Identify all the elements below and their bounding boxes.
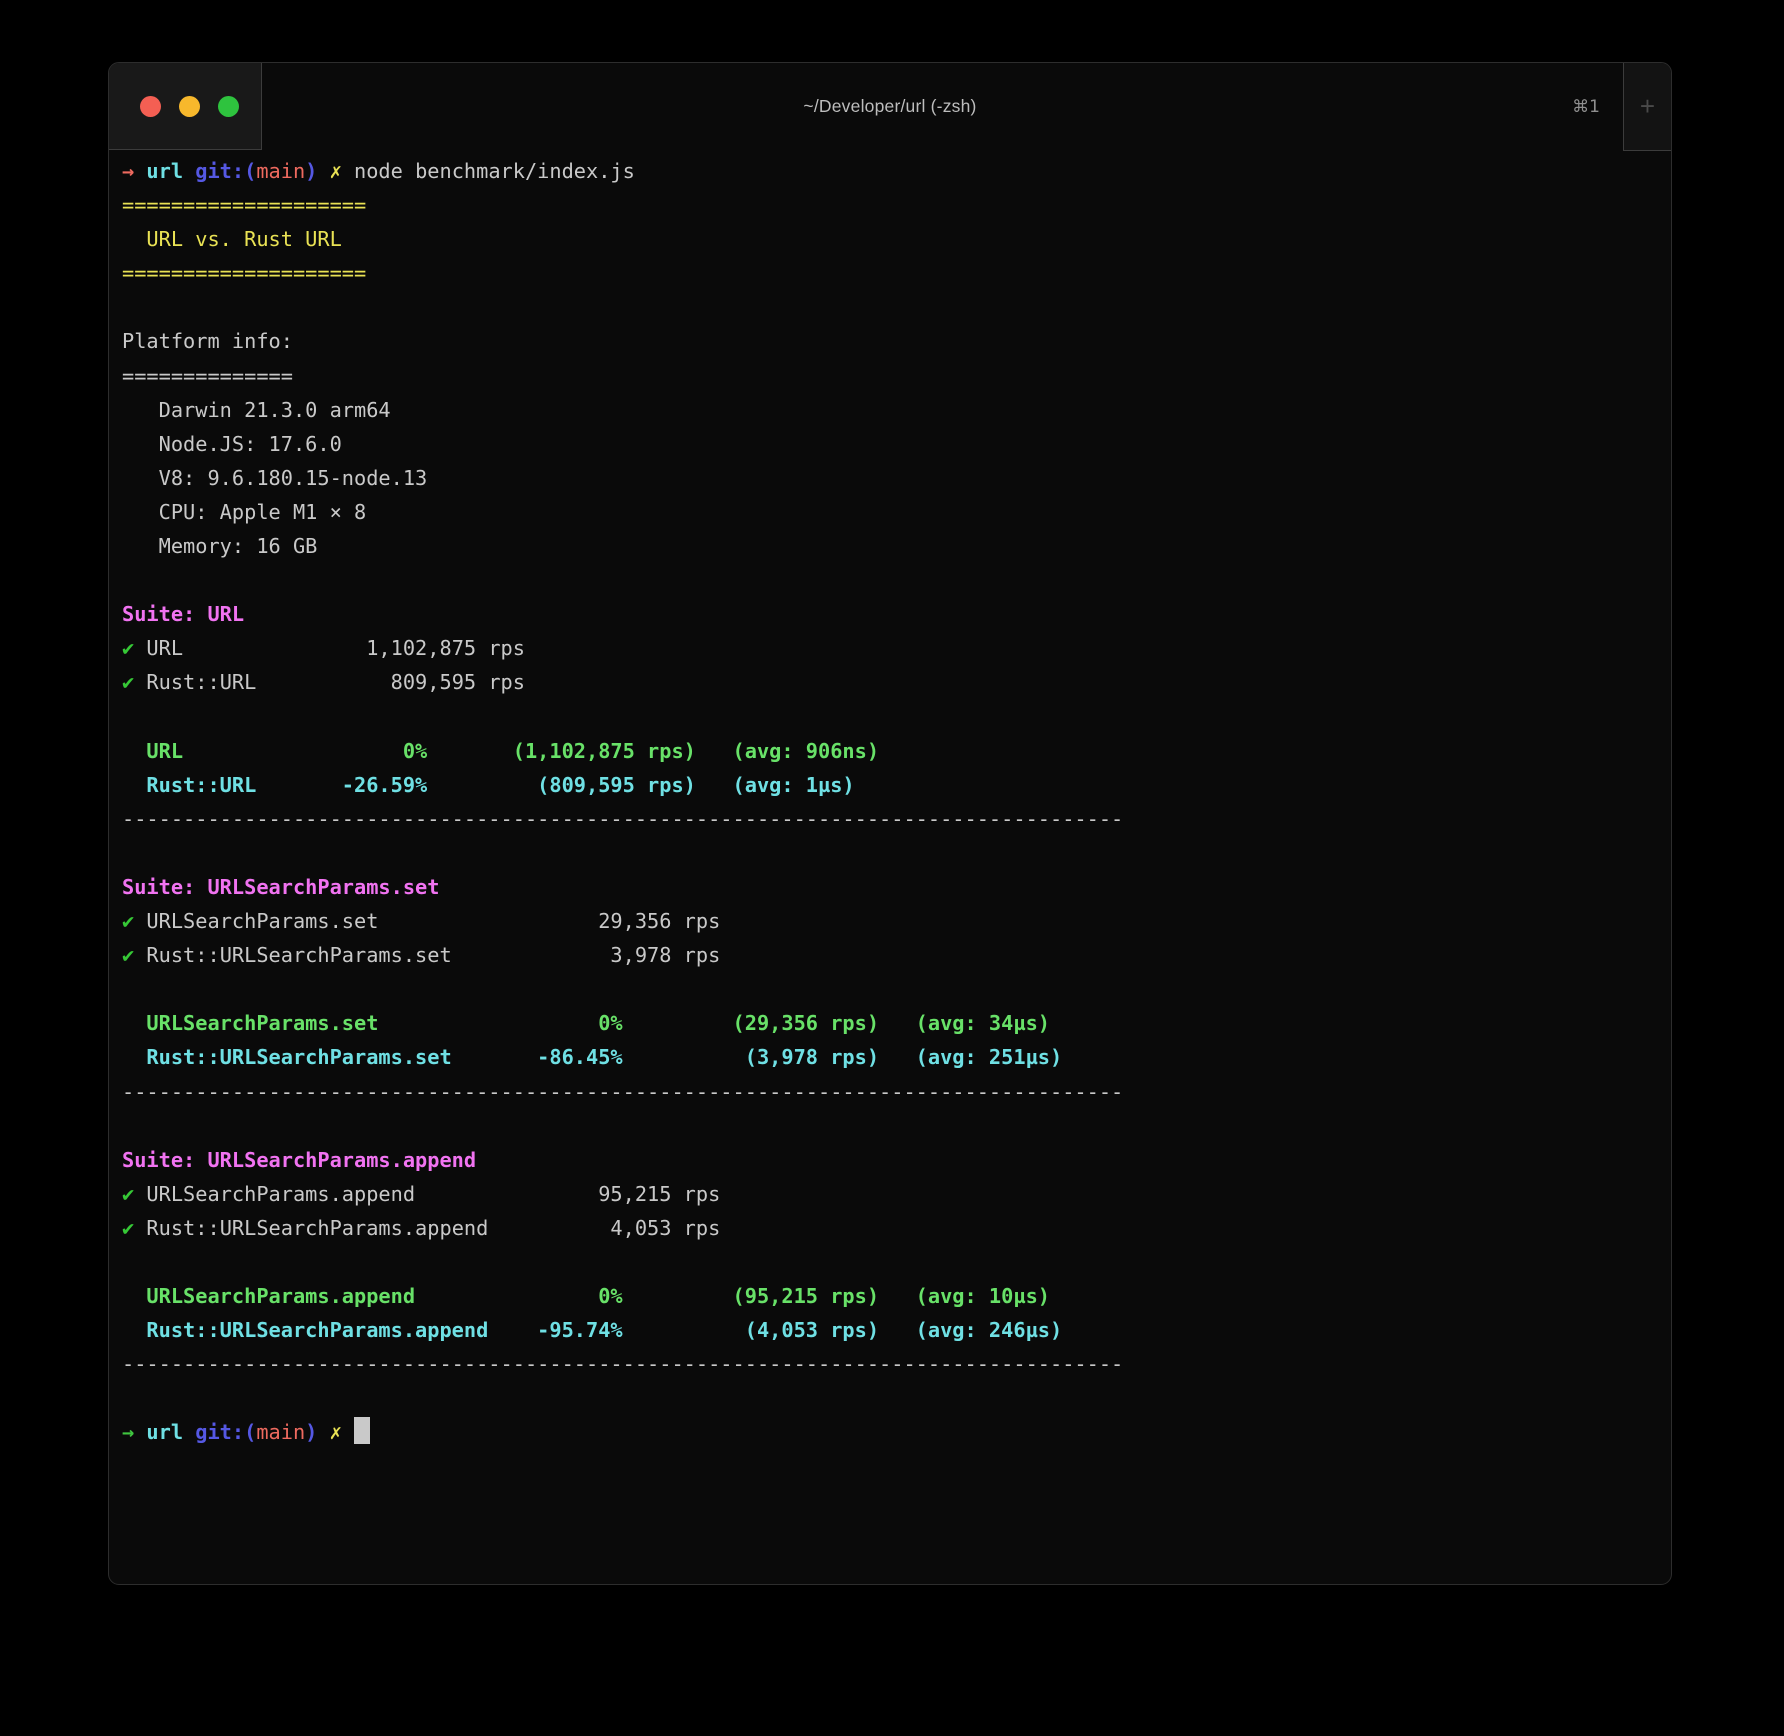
- terminal-text-segment: URLSearchParams.append 95,215 rps: [134, 1182, 720, 1206]
- terminal-text-segment: URL vs. Rust URL: [122, 227, 342, 251]
- desktop: { "window": { "title": "~/Developer/url …: [0, 0, 1784, 1736]
- terminal-window: ~/Developer/url (-zsh) ⌘1 + → url git:(m…: [108, 62, 1672, 1585]
- terminal-line: [122, 563, 1658, 597]
- terminal-line: ✔ URLSearchParams.set 29,356 rps: [122, 904, 1658, 938]
- terminal-line: ----------------------------------------…: [122, 1075, 1658, 1109]
- terminal-text-segment: Rust::URLSearchParams.append 4,053 rps: [134, 1216, 720, 1240]
- terminal-text-segment: V8: 9.6.180.15-node.13: [122, 466, 427, 490]
- terminal-line: URL 0% (1,102,875 rps) (avg: 906ns): [122, 734, 1658, 768]
- terminal-line: Suite: URLSearchParams.append: [122, 1143, 1658, 1177]
- terminal-text-segment: ): [305, 159, 329, 183]
- terminal-line: ✔ Rust::URLSearchParams.append 4,053 rps: [122, 1211, 1658, 1245]
- terminal-text-segment: Rust::URLSearchParams.append -95.74% (4,…: [122, 1318, 1062, 1342]
- terminal-text-segment: ✔: [122, 909, 134, 933]
- terminal-line: ----------------------------------------…: [122, 1347, 1658, 1381]
- terminal-line: V8: 9.6.180.15-node.13: [122, 461, 1658, 495]
- terminal-text-segment: main: [256, 159, 305, 183]
- terminal-text-segment: ----------------------------------------…: [122, 807, 1123, 831]
- terminal-line: ✔ Rust::URLSearchParams.set 3,978 rps: [122, 938, 1658, 972]
- terminal-line: → url git:(main) ✗ node benchmark/index.…: [122, 154, 1658, 188]
- terminal-line: Rust::URL -26.59% (809,595 rps) (avg: 1µ…: [122, 768, 1658, 802]
- terminal-text-segment: ----------------------------------------…: [122, 1080, 1123, 1104]
- terminal-text-segment: Suite: URLSearchParams.append: [122, 1148, 476, 1172]
- terminal-text-segment: ✔: [122, 1216, 134, 1240]
- terminal-line: ====================: [122, 256, 1658, 290]
- terminal-text-segment: ====================: [122, 261, 366, 285]
- terminal-line: CPU: Apple M1 × 8: [122, 495, 1658, 529]
- terminal-line: [122, 700, 1658, 734]
- terminal-text-segment: ✗: [330, 159, 354, 183]
- terminal-line: ====================: [122, 188, 1658, 222]
- terminal-line: Darwin 21.3.0 arm64: [122, 393, 1658, 427]
- terminal-text-segment: Rust::URL 809,595 rps: [134, 670, 525, 694]
- terminal-line: Memory: 16 GB: [122, 529, 1658, 563]
- terminal-text-segment: URLSearchParams.set 0% (29,356 rps) (avg…: [122, 1011, 1050, 1035]
- terminal-text-segment: Darwin 21.3.0 arm64: [122, 398, 391, 422]
- terminal-text-segment: Node.JS: 17.6.0: [122, 432, 342, 456]
- terminal-text-segment: main: [256, 1420, 305, 1444]
- terminal-text-segment: Rust::URLSearchParams.set -86.45% (3,978…: [122, 1045, 1062, 1069]
- terminal-line: ✔ Rust::URL 809,595 rps: [122, 665, 1658, 699]
- terminal-text-segment: ✔: [122, 1182, 134, 1206]
- terminal-line: ==============: [122, 359, 1658, 393]
- terminal-text-segment: CPU: Apple M1 × 8: [122, 500, 366, 524]
- titlebar: ~/Developer/url (-zsh) ⌘1 +: [109, 63, 1671, 150]
- terminal-text-segment: ✔: [122, 943, 134, 967]
- terminal-line: ----------------------------------------…: [122, 802, 1658, 836]
- terminal-text-segment: Rust::URL -26.59% (809,595 rps) (avg: 1µ…: [122, 773, 855, 797]
- terminal-line: Suite: URLSearchParams.set: [122, 870, 1658, 904]
- terminal-text-segment: url: [146, 1420, 195, 1444]
- terminal-text-segment: URL 0% (1,102,875 rps) (avg: 906ns): [122, 739, 879, 763]
- minimize-button[interactable]: [179, 96, 200, 117]
- terminal-text-segment: git:(: [195, 1420, 256, 1444]
- terminal-text-segment: url: [146, 159, 195, 183]
- terminal-text-segment: Platform info:: [122, 329, 293, 353]
- new-tab-button[interactable]: +: [1623, 63, 1671, 151]
- terminal-line: Suite: URL: [122, 597, 1658, 631]
- terminal-text-segment: Rust::URLSearchParams.set 3,978 rps: [134, 943, 720, 967]
- terminal-line: ✔ URL 1,102,875 rps: [122, 631, 1658, 665]
- terminal-text-segment: ==============: [122, 364, 293, 388]
- terminal-line: [122, 290, 1658, 324]
- terminal-line: [122, 1109, 1658, 1143]
- terminal-line: URLSearchParams.append 0% (95,215 rps) (…: [122, 1279, 1658, 1313]
- terminal-text-segment: URLSearchParams.append 0% (95,215 rps) (…: [122, 1284, 1050, 1308]
- tab-shortcut-badge: ⌘1: [1572, 97, 1600, 117]
- terminal-line: [122, 1245, 1658, 1279]
- terminal-text-segment: git:(: [195, 159, 256, 183]
- terminal-line: [122, 972, 1658, 1006]
- close-button[interactable]: [140, 96, 161, 117]
- terminal-text-segment: node benchmark/index.js: [354, 159, 635, 183]
- terminal-text-segment: URLSearchParams.set 29,356 rps: [134, 909, 720, 933]
- terminal-text-segment: Suite: URLSearchParams.set: [122, 875, 439, 899]
- terminal-text-segment: URL 1,102,875 rps: [134, 636, 525, 660]
- terminal-text-segment: ✗: [330, 1420, 354, 1444]
- zoom-button[interactable]: [218, 96, 239, 117]
- terminal-line: Rust::URLSearchParams.set -86.45% (3,978…: [122, 1040, 1658, 1074]
- terminal-line: Node.JS: 17.6.0: [122, 427, 1658, 461]
- terminal-text-segment: Suite: URL: [122, 602, 244, 626]
- text-cursor: [354, 1417, 370, 1444]
- terminal-text-segment: ----------------------------------------…: [122, 1352, 1123, 1376]
- terminal-line: ✔ URLSearchParams.append 95,215 rps: [122, 1177, 1658, 1211]
- terminal-output[interactable]: → url git:(main) ✗ node benchmark/index.…: [109, 150, 1671, 1450]
- terminal-line: URLSearchParams.set 0% (29,356 rps) (avg…: [122, 1006, 1658, 1040]
- traffic-lights-tab: [109, 63, 262, 150]
- terminal-line: Rust::URLSearchParams.append -95.74% (4,…: [122, 1313, 1658, 1347]
- terminal-text-segment: ✔: [122, 670, 134, 694]
- terminal-line: URL vs. Rust URL: [122, 222, 1658, 256]
- terminal-text-segment: →: [122, 159, 146, 183]
- terminal-line: → url git:(main) ✗: [122, 1415, 1658, 1449]
- terminal-text-segment: ✔: [122, 636, 134, 660]
- terminal-line: Platform info:: [122, 324, 1658, 358]
- terminal-line: [122, 836, 1658, 870]
- terminal-text-segment: →: [122, 1420, 146, 1444]
- window-title: ~/Developer/url (-zsh): [803, 63, 976, 150]
- terminal-text-segment: Memory: 16 GB: [122, 534, 317, 558]
- terminal-text-segment: ====================: [122, 193, 366, 217]
- terminal-line: [122, 1381, 1658, 1415]
- terminal-text-segment: ): [305, 1420, 329, 1444]
